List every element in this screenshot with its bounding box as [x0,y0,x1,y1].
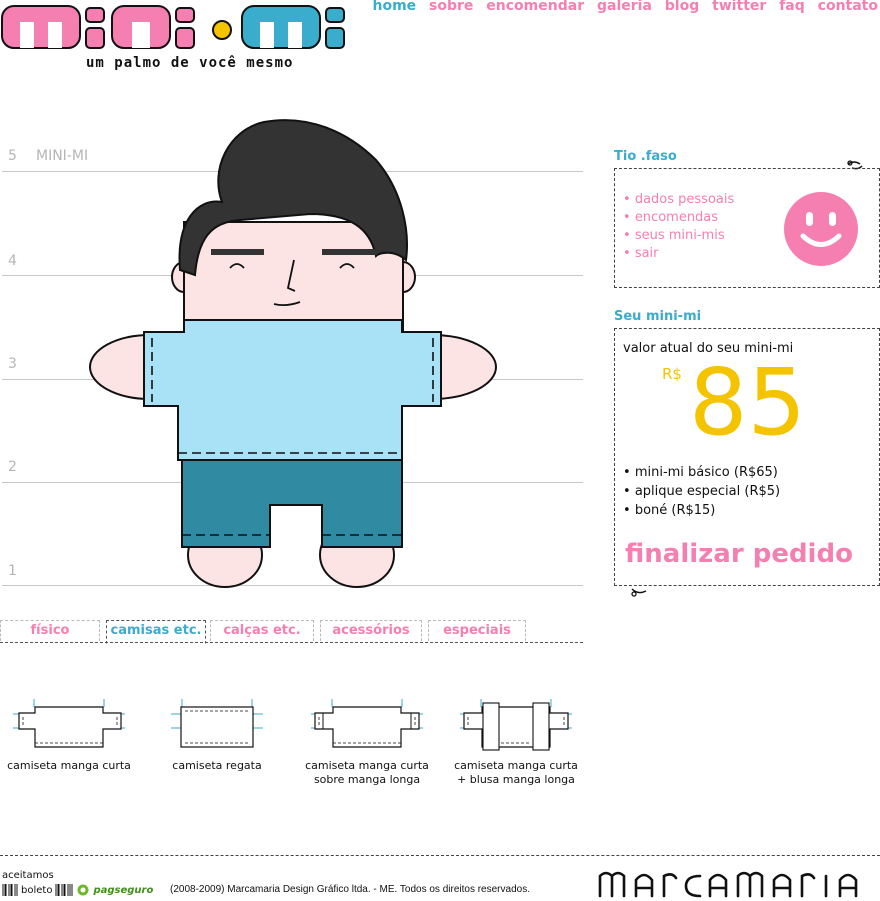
tab-fisico[interactable]: físico [0,620,100,641]
product-label: sobre manga longa [313,773,421,786]
product-item[interactable]: camiseta manga curta sobre manga longa [292,695,442,787]
price-panel: valor atual do seu mini-mi R$ 85 mini-mi… [614,328,880,586]
product-item[interactable]: camiseta manga curta [0,695,144,773]
nav-twitter[interactable]: twitter [712,0,766,14]
user-menu: dados pessoais encomendas seus mini-mis … [623,191,734,263]
tab-acessorios[interactable]: acessórios [320,620,422,641]
pagseguro-icon [77,884,89,896]
price-panel-title: Seu mini-mi [614,309,702,324]
smiley-icon [784,192,858,266]
price-currency: R$ [662,365,682,383]
tank-top-icon [171,699,263,748]
link-seus-mini-mis[interactable]: seus mini-mis [623,227,734,245]
accept-label: aceitamos [2,870,54,881]
pagseguro-label: pagseguro [93,884,154,896]
link-encomendas[interactable]: encomendas [623,209,734,227]
product-label: camiseta manga curta [305,759,429,772]
nav-galeria[interactable]: galeria [597,0,652,14]
ruler-mark: 5 [8,148,17,164]
boleto-label: boleto [21,884,53,896]
nav-faq[interactable]: faq [779,0,805,14]
product-item[interactable]: camiseta regata [142,695,292,773]
tshirt-over-long-sleeve-icon [311,699,423,748]
product-label: camiseta regata [172,759,262,772]
nav-encomendar[interactable]: encomendar [486,0,584,14]
product-label: camiseta manga curta [7,759,131,772]
price-value: 85 [689,349,807,456]
link-dados-pessoais[interactable]: dados pessoais [623,191,734,209]
nav-blog[interactable]: blog [665,0,699,14]
link-sair[interactable]: sair [623,245,734,263]
barcode-icon [2,884,18,896]
tab-calcas[interactable]: calças etc. [210,620,314,641]
category-tabs: físico camisas etc. calças etc. acessóri… [0,620,583,644]
ruler-mark: 4 [8,253,17,269]
ruler-mark: 2 [8,459,17,475]
price-item: aplique especial (R$5) [623,482,780,501]
marcamaria-logo[interactable] [596,866,878,900]
price-items: mini-mi básico (R$65) aplique especial (… [623,463,780,520]
finalize-order-button[interactable]: finalizar pedido [625,539,853,569]
price-item: boné (R$15) [623,501,780,520]
tagline: um palmo de você mesmo [86,55,294,71]
nav-contato[interactable]: contato [818,0,878,14]
tshirt-plus-long-sleeve-icon [460,699,572,751]
nav-home[interactable]: home [373,0,417,14]
nav-sobre[interactable]: sobre [429,0,473,14]
barcode-icon [55,884,73,896]
tshirt-short-sleeve-icon [13,699,125,748]
tab-camisas[interactable]: camisas etc. [106,620,206,644]
mini-mi-logo[interactable] [0,0,360,52]
ruler-mark: 1 [8,563,17,579]
mini-mi-figure[interactable] [80,110,500,590]
product-item[interactable]: camiseta manga curta + blusa manga longa [441,695,591,787]
payment-methods: boleto pagseguro [2,884,153,896]
top-nav: home sobre encomendar galeria blog twitt… [365,0,879,14]
copyright: (2008-2009) Marcamaria Design Gráfico lt… [170,884,530,895]
ruler-mark: 3 [8,356,17,372]
user-panel-title: Tio .faso [614,149,677,164]
product-label: + blusa manga longa [457,773,575,786]
user-panel: dados pessoais encomendas seus mini-mis … [614,168,880,288]
footer-divider [0,855,880,856]
tab-especiais[interactable]: especiais [428,620,526,641]
price-item: mini-mi básico (R$65) [623,463,780,482]
scissors-icon [631,588,647,597]
product-label: camiseta manga curta [454,759,578,772]
